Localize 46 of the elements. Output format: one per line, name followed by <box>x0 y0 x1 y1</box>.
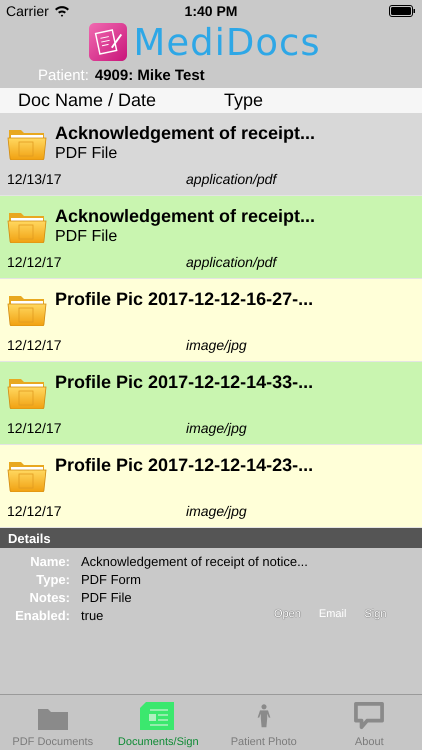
action-button[interactable]: Sign <box>360 606 390 622</box>
document-row[interactable]: Profile Pic 2017-12-12-14-23-... 12/12/17 image/jpg <box>0 445 422 528</box>
battery-icon <box>389 5 416 17</box>
tab[interactable]: Patient Photo <box>211 695 316 750</box>
tab[interactable]: Documents/Sign <box>106 695 211 750</box>
document-date: 12/12/17 <box>7 420 62 436</box>
app-title: MediDocs <box>133 20 321 64</box>
document-type: image/jpg <box>186 503 247 519</box>
document-icon <box>140 702 176 730</box>
app-logo-icon <box>89 23 128 61</box>
document-name: Profile Pic 2017-12-12-16-27-... <box>55 288 314 311</box>
tab[interactable]: PDF Documents <box>0 695 106 750</box>
document-name: Profile Pic 2017-12-12-14-33-... <box>55 371 314 394</box>
detail-value: Acknowledgement of receipt of notice... <box>81 554 308 568</box>
column-heading: Type <box>224 90 264 111</box>
document-date: 12/12/17 <box>7 337 62 353</box>
folder-icon <box>38 706 68 730</box>
document-row[interactable]: Acknowledgement of receipt... PDF File 12/12/17 application/pdf <box>0 196 422 279</box>
column-heading: Doc Name / Date <box>18 90 158 111</box>
patient-name: 4909: Mike Test <box>94 66 205 84</box>
detail-value: PDF File <box>81 590 132 604</box>
document-date: 12/12/17 <box>7 503 62 519</box>
document-type: application/pdf <box>186 254 276 270</box>
document-name: Acknowledgement of receipt... <box>55 205 316 228</box>
details-title: Details <box>8 530 51 546</box>
document-name: Profile Pic 2017-12-12-14-23-... <box>55 454 314 477</box>
document-type: image/jpg <box>186 337 247 353</box>
document-row[interactable]: Profile Pic 2017-12-12-16-27-... 12/12/17 image/jpg <box>0 279 422 362</box>
detail-value: true <box>81 608 104 622</box>
document-type: image/jpg <box>186 420 247 436</box>
document-row[interactable]: Profile Pic 2017-12-12-14-33-... 12/12/17 image/jpg <box>0 362 422 445</box>
wifi-icon <box>54 5 70 17</box>
detail-value: PDF Form <box>81 572 141 586</box>
person-icon <box>256 702 272 730</box>
speech-bubble-icon <box>354 702 384 730</box>
document-name: Acknowledgement of receipt... <box>55 122 316 145</box>
status-time: 1:40 PM <box>184 3 238 19</box>
document-row[interactable]: Acknowledgement of receipt... PDF File 12/13/17 application/pdf <box>0 113 422 196</box>
document-date: 12/13/17 <box>7 171 62 187</box>
document-notes: PDF File <box>55 228 118 246</box>
document-type: application/pdf <box>186 171 276 187</box>
carrier-name: Carrier <box>6 3 49 19</box>
action-button[interactable]: Open <box>270 606 305 622</box>
document-notes: PDF File <box>55 145 118 163</box>
tab[interactable]: About <box>316 695 422 750</box>
document-date: 12/12/17 <box>7 254 62 270</box>
